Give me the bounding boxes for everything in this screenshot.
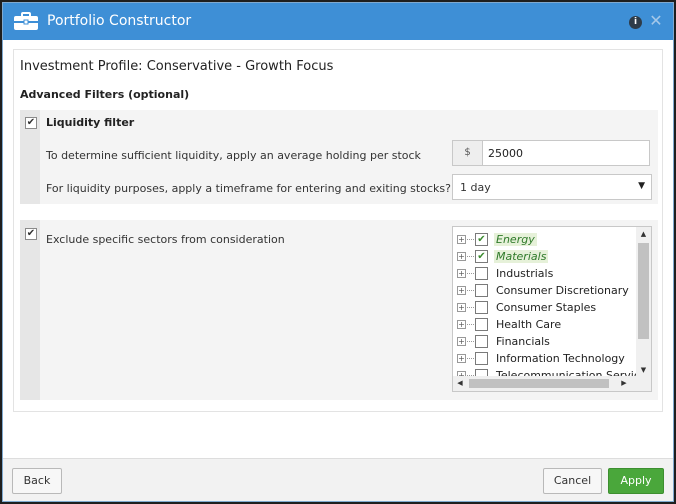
scroll-up-icon[interactable]: ▲ <box>636 227 651 241</box>
sector-label: Consumer Staples <box>496 301 597 314</box>
scroll-right-icon[interactable]: ▶ <box>617 376 631 391</box>
sector-label: Consumer Discretionary <box>496 284 629 297</box>
sector-label: Information Technology <box>496 352 625 365</box>
scroll-thumb[interactable] <box>469 379 609 388</box>
scroll-left-icon[interactable]: ◀ <box>453 376 467 391</box>
timeframe-select[interactable]: 1 day ▼ <box>452 174 652 200</box>
cancel-button[interactable]: Cancel <box>543 468 602 494</box>
timeframe-selected-value: 1 day <box>460 181 491 194</box>
sector-checkbox[interactable]: ✔ <box>475 250 488 263</box>
exclude-sectors-label: Exclude specific sectors from considerat… <box>46 233 285 246</box>
sector-tree-items: + ✔ Energy + ✔ Materials + Industrials + Consumer… <box>453 227 637 377</box>
info-icon[interactable]: i <box>629 16 642 29</box>
sector-tree-item[interactable]: + Industrials <box>453 265 637 282</box>
expand-icon[interactable]: + <box>457 337 466 346</box>
tree-connector <box>467 273 474 274</box>
tree-connector <box>467 307 474 308</box>
sector-tree-item[interactable]: + Consumer Discretionary <box>453 282 637 299</box>
tree-connector <box>467 290 474 291</box>
horizontal-scrollbar[interactable]: ◀ ▶ <box>453 376 651 391</box>
toolbox-icon <box>14 12 38 30</box>
currency-prefix: $ <box>453 141 483 165</box>
close-icon[interactable]: ✕ <box>648 11 664 31</box>
sector-tree-item[interactable]: + Health Care <box>453 316 637 333</box>
sector-label: Health Care <box>496 318 562 331</box>
liquidity-filter-checkbox[interactable]: ✔ <box>25 117 37 129</box>
sector-tree-item[interactable]: + Information Technology <box>453 350 637 367</box>
sector-label: Energy <box>494 233 537 246</box>
panel-strip <box>20 220 40 400</box>
sector-label: Financials <box>496 335 550 348</box>
sector-tree-item[interactable]: + Consumer Staples <box>453 299 637 316</box>
scroll-thumb[interactable] <box>638 243 649 339</box>
expand-icon[interactable]: + <box>457 286 466 295</box>
exclude-sectors-checkbox[interactable]: ✔ <box>25 228 37 240</box>
liquidity-filter-panel: ✔ Liquidity filter To determine sufficie… <box>20 110 658 204</box>
sector-tree-item[interactable]: + Financials <box>453 333 637 350</box>
holding-amount-input[interactable] <box>484 141 649 165</box>
profile-title: Investment Profile: Conservative - Growt… <box>20 59 334 74</box>
sector-checkbox[interactable] <box>475 352 488 365</box>
window-title: Portfolio Constructor <box>47 13 192 29</box>
sector-checkbox[interactable] <box>475 301 488 314</box>
back-button[interactable]: Back <box>12 468 62 494</box>
sector-checkbox[interactable] <box>475 267 488 280</box>
expand-icon[interactable]: + <box>457 303 466 312</box>
liquidity-filter-label: Liquidity filter <box>46 116 135 129</box>
dialog-footer: Back Cancel Apply <box>3 458 673 501</box>
expand-icon[interactable]: + <box>457 235 466 244</box>
tree-connector <box>467 341 474 342</box>
tree-connector <box>467 324 474 325</box>
sector-checkbox[interactable] <box>475 335 488 348</box>
scroll-down-icon[interactable]: ▼ <box>636 363 651 377</box>
expand-icon[interactable]: + <box>457 320 466 329</box>
sector-label: Industrials <box>496 267 554 280</box>
advanced-filters-heading: Advanced Filters (optional) <box>20 88 190 101</box>
sector-checkbox[interactable] <box>475 318 488 331</box>
sector-checkbox[interactable]: ✔ <box>475 233 488 246</box>
expand-icon[interactable]: + <box>457 269 466 278</box>
holding-question: To determine sufficient liquidity, apply… <box>46 149 421 162</box>
timeframe-question: For liquidity purposes, apply a timefram… <box>46 182 451 195</box>
holding-amount-field: $ <box>452 140 650 166</box>
tree-connector <box>467 256 474 257</box>
apply-button[interactable]: Apply <box>608 468 664 494</box>
title-bar: Portfolio Constructor i ✕ <box>3 3 673 40</box>
sector-tree: + ✔ Energy + ✔ Materials + Industrials + Consumer… <box>452 226 652 392</box>
sector-tree-item[interactable]: + ✔ Energy <box>453 231 637 248</box>
expand-icon[interactable]: + <box>457 252 466 261</box>
tree-connector <box>467 239 474 240</box>
vertical-scrollbar[interactable]: ▲ ▼ <box>636 227 651 377</box>
sector-exclusion-panel: ✔ Exclude specific sectors from consider… <box>20 220 658 400</box>
portfolio-constructor-dialog: Portfolio Constructor i ✕ Investment Pro… <box>2 2 674 502</box>
sector-checkbox[interactable] <box>475 284 488 297</box>
tree-connector <box>467 358 474 359</box>
chevron-down-icon: ▼ <box>638 181 645 191</box>
sector-tree-item[interactable]: + ✔ Materials <box>453 248 637 265</box>
expand-icon[interactable]: + <box>457 354 466 363</box>
dialog-content: Investment Profile: Conservative - Growt… <box>13 49 663 412</box>
sector-label: Materials <box>494 250 549 263</box>
